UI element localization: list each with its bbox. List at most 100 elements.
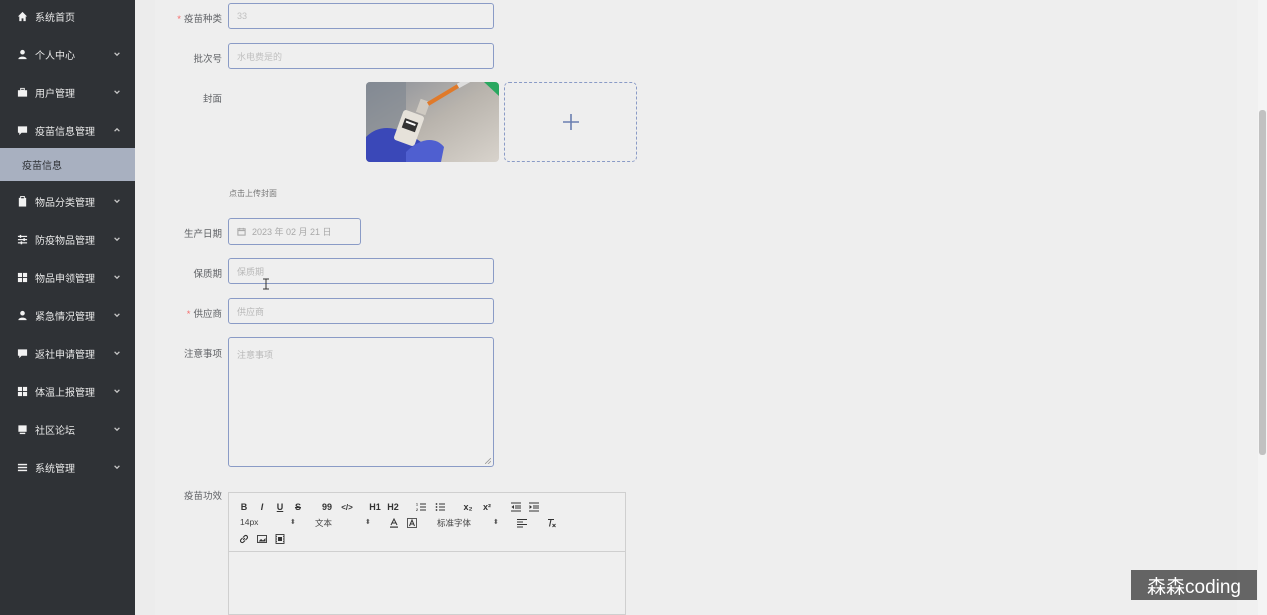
outdent-button[interactable] xyxy=(510,501,522,513)
clear-format-icon xyxy=(548,518,556,528)
grid-icon xyxy=(17,272,28,283)
sidebar: 系统首页 个人中心 用户管理 疫苗信息管理 疫苗信息 物品分类管理 防疫物品管理… xyxy=(0,0,135,615)
sidebar-item-personal-center[interactable]: 个人中心 xyxy=(0,35,135,73)
subscript-button[interactable]: x₂ xyxy=(462,501,474,513)
sidebar-item-label: 紧急情况管理 xyxy=(35,311,95,323)
sidebar-item-emergency-management[interactable]: 紧急情况管理 xyxy=(0,296,135,334)
blockquote-button[interactable]: 99 xyxy=(321,501,333,513)
bullet-list-button[interactable] xyxy=(434,501,446,513)
sidebar-item-vaccine-info-management[interactable]: 疫苗信息管理 xyxy=(0,111,135,149)
indent-button[interactable] xyxy=(528,501,540,513)
sidebar-subitem-vaccine-info[interactable]: 疫苗信息 xyxy=(0,148,135,181)
chevron-down-icon xyxy=(113,310,123,320)
italic-button[interactable]: I xyxy=(257,501,267,513)
production-date-value: 2023 年 02 月 21 日 xyxy=(252,227,332,237)
shelf-life-label: 保质期 xyxy=(193,269,222,280)
header2-button[interactable]: H2 xyxy=(386,501,400,513)
sidebar-item-temperature-report[interactable]: 体温上报管理 xyxy=(0,372,135,410)
page-scrollbar[interactable] xyxy=(1258,0,1267,615)
font-size-value: 14px xyxy=(240,517,259,527)
sidebar-subitem-label: 疫苗信息 xyxy=(22,161,62,172)
sidebar-item-supplies-claim[interactable]: 物品申领管理 xyxy=(0,258,135,296)
header-select-value: 文本 xyxy=(315,518,333,528)
sidebar-item-label: 防疫物品管理 xyxy=(35,235,95,247)
strike-button[interactable]: S xyxy=(293,501,303,513)
briefcase-icon xyxy=(17,87,28,98)
sidebar-item-label: 社区论坛 xyxy=(35,425,75,437)
superscript-button[interactable]: x² xyxy=(481,501,493,513)
upload-tip: 点击上传封面 xyxy=(229,189,277,198)
align-button[interactable] xyxy=(516,517,528,529)
editor-content-area[interactable] xyxy=(229,553,625,615)
notes-label: 注意事项 xyxy=(183,349,222,360)
sidebar-item-return-application[interactable]: 返社申请管理 xyxy=(0,334,135,372)
video-button[interactable] xyxy=(274,533,286,545)
sidebar-item-label: 物品分类管理 xyxy=(35,197,95,209)
chevron-down-icon xyxy=(113,272,123,282)
font-family-select[interactable]: 标准字体 ⬍ xyxy=(437,517,507,529)
supplier-input[interactable]: 供应商 xyxy=(228,298,494,324)
link-icon xyxy=(239,534,249,544)
sliders-icon xyxy=(17,234,28,245)
header-select[interactable]: 文本 ⬍ xyxy=(315,517,375,529)
font-color-button[interactable] xyxy=(388,517,400,529)
image-icon xyxy=(257,535,267,543)
resize-handle-icon[interactable] xyxy=(485,458,491,464)
cover-image[interactable] xyxy=(366,82,499,162)
efficacy-label: 疫苗功效 xyxy=(183,491,222,502)
underline-button[interactable]: U xyxy=(275,501,285,513)
text-cursor-icon xyxy=(263,278,269,290)
upload-cover-button[interactable] xyxy=(504,82,637,162)
sidebar-item-community-forum[interactable]: 社区论坛 xyxy=(0,410,135,448)
chevron-up-icon xyxy=(113,125,123,135)
clear-format-button[interactable] xyxy=(545,517,557,529)
supplier-label: * 供应商 xyxy=(186,309,222,320)
ordered-list-button[interactable]: 12 xyxy=(415,501,427,513)
background-color-icon xyxy=(407,518,417,528)
sidebar-item-epidemic-supplies[interactable]: 防疫物品管理 xyxy=(0,220,135,258)
background-color-button[interactable] xyxy=(406,517,418,529)
bold-button[interactable]: B xyxy=(239,501,249,513)
sidebar-item-home[interactable]: 系统首页 xyxy=(0,0,135,35)
sidebar-item-label: 返社申请管理 xyxy=(35,349,95,361)
rich-text-editor[interactable]: B I U S 99 </> H1 H2 12 x₂ x² 14px ⬍ 文本 … xyxy=(228,492,626,615)
chat-icon xyxy=(17,348,28,359)
select-arrows-icon: ⬍ xyxy=(493,519,499,526)
link-button[interactable] xyxy=(238,533,250,545)
chevron-down-icon xyxy=(113,462,123,472)
font-size-select[interactable]: 14px ⬍ xyxy=(240,517,300,529)
vaccine-type-label: * 疫苗种类 xyxy=(177,14,222,25)
user-icon xyxy=(17,310,28,321)
sidebar-item-label: 疫苗信息管理 xyxy=(35,126,95,138)
notes-textarea[interactable]: 注意事项 xyxy=(228,337,494,467)
chat-icon xyxy=(17,125,28,136)
sidebar-item-label: 物品申领管理 xyxy=(35,273,95,285)
production-date-label: 生产日期 xyxy=(183,229,222,240)
sidebar-item-user-management[interactable]: 用户管理 xyxy=(0,73,135,111)
video-icon xyxy=(275,534,285,544)
chevron-down-icon xyxy=(113,196,123,206)
batch-no-input[interactable]: 水电费是的 xyxy=(228,43,494,69)
batch-no-label: 批次号 xyxy=(193,54,222,65)
chevron-down-icon xyxy=(113,49,123,59)
vaccine-type-input[interactable]: 33 xyxy=(228,3,494,29)
scrollbar-thumb[interactable] xyxy=(1259,110,1266,455)
chevron-down-icon xyxy=(113,348,123,358)
menu-icon xyxy=(17,462,28,473)
font-color-icon xyxy=(390,518,398,528)
production-date-picker[interactable]: 2023 年 02 月 21 日 xyxy=(228,218,361,245)
image-button[interactable] xyxy=(256,533,268,545)
chevron-down-icon xyxy=(113,386,123,396)
sidebar-item-label: 系统首页 xyxy=(35,12,75,24)
svg-text:2: 2 xyxy=(416,508,418,512)
grid-icon xyxy=(17,386,28,397)
code-block-button[interactable]: </> xyxy=(340,501,354,513)
sidebar-item-system-management[interactable]: 系统管理 xyxy=(0,448,135,486)
home-icon xyxy=(17,11,28,22)
chevron-down-icon xyxy=(113,424,123,434)
monitor-icon xyxy=(17,424,28,435)
header1-button[interactable]: H1 xyxy=(368,501,382,513)
sidebar-item-category-management[interactable]: 物品分类管理 xyxy=(0,182,135,220)
sidebar-item-label: 系统管理 xyxy=(35,463,75,475)
sidebar-item-label: 个人中心 xyxy=(35,50,75,62)
